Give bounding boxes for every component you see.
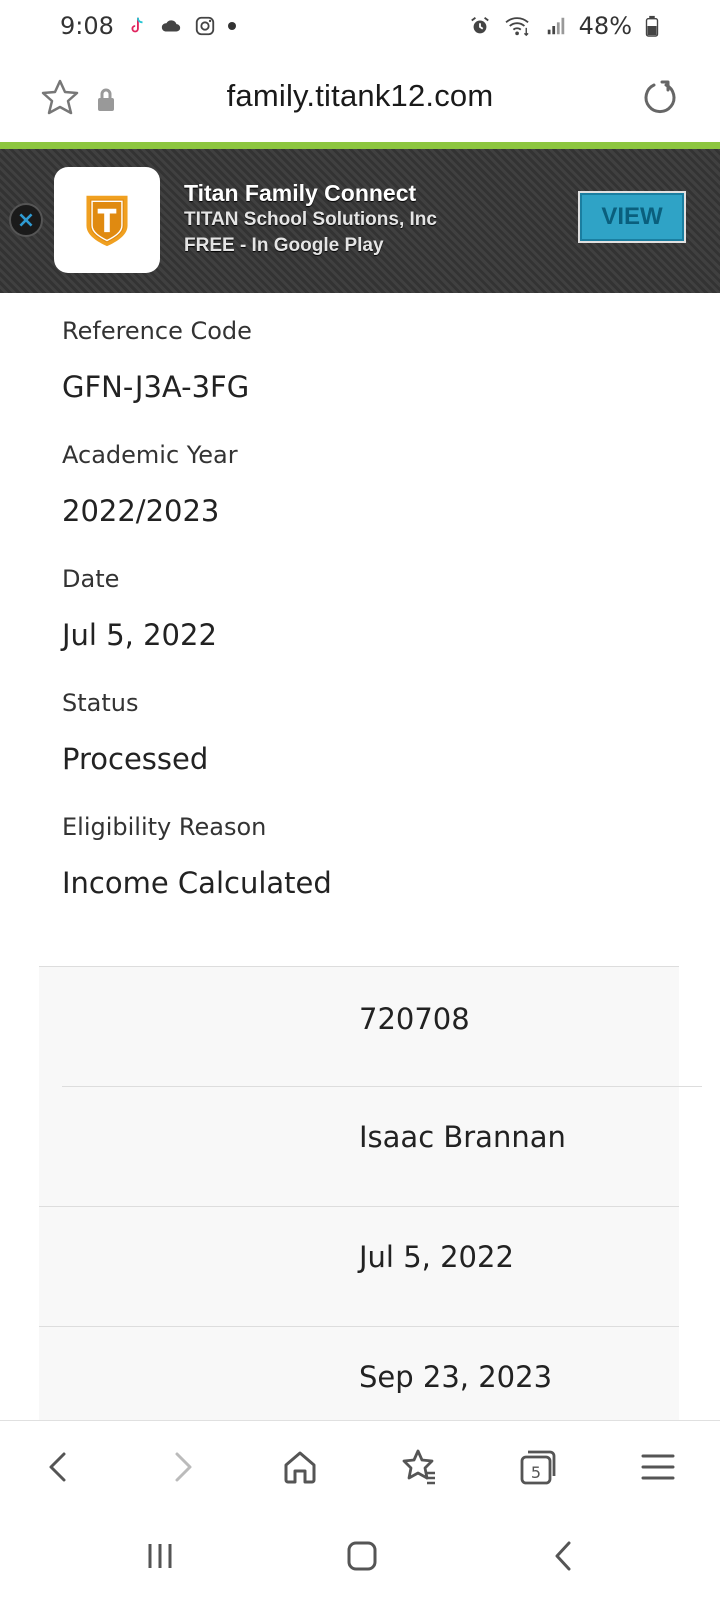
record-table: 720708 Isaac Brannan Jul 5, 2022 Sep 23,… bbox=[39, 966, 702, 1420]
home-icon[interactable] bbox=[272, 1439, 328, 1495]
menu-icon[interactable] bbox=[630, 1439, 686, 1495]
table-row: Isaac Brannan bbox=[39, 1086, 679, 1206]
wifi-icon bbox=[503, 15, 533, 37]
view-button[interactable]: VIEW bbox=[578, 191, 686, 243]
battery-icon bbox=[644, 15, 660, 37]
date-value: Jul 5, 2022 bbox=[62, 618, 217, 652]
tabs-icon[interactable]: 5 bbox=[510, 1439, 566, 1495]
academic-year-label: Academic Year bbox=[62, 441, 238, 469]
banner-text: Titan Family Connect TITAN School Soluti… bbox=[184, 179, 437, 259]
status-left: 9:08 bbox=[60, 12, 236, 40]
table-row: Jul 5, 2022 bbox=[39, 1206, 679, 1326]
reference-code-label: Reference Code bbox=[62, 317, 252, 345]
notification-dot-icon bbox=[227, 22, 236, 30]
table-cell-value: 720708 bbox=[359, 1002, 470, 1036]
instagram-icon bbox=[194, 15, 216, 37]
url-text[interactable]: family.titank12.com bbox=[0, 78, 720, 114]
status-label: Status bbox=[62, 689, 139, 717]
banner-title: Titan Family Connect bbox=[184, 180, 417, 206]
app-install-banner: × Titan Family Connect TITAN School Solu… bbox=[0, 149, 720, 293]
accent-divider bbox=[0, 142, 720, 149]
back-icon[interactable] bbox=[31, 1439, 87, 1495]
table-cell-value: Sep 23, 2023 bbox=[359, 1360, 553, 1394]
table-cell-value: Isaac Brannan bbox=[359, 1120, 566, 1154]
date-label: Date bbox=[62, 565, 120, 593]
system-back-icon[interactable] bbox=[540, 1534, 588, 1578]
forward-icon[interactable] bbox=[154, 1439, 210, 1495]
url-bar: family.titank12.com bbox=[0, 56, 720, 144]
tabs-count: 5 bbox=[531, 1463, 541, 1482]
tiktok-icon bbox=[126, 15, 148, 37]
status-value: Processed bbox=[62, 742, 209, 776]
status-time: 9:08 bbox=[60, 12, 114, 40]
recent-apps-icon[interactable] bbox=[136, 1534, 184, 1578]
eligibility-reason-label: Eligibility Reason bbox=[62, 813, 267, 841]
battery-percent: 48% bbox=[578, 12, 632, 40]
reload-icon[interactable] bbox=[640, 78, 680, 118]
close-icon[interactable]: × bbox=[9, 203, 43, 237]
alarm-icon bbox=[469, 15, 491, 37]
bookmarks-icon[interactable] bbox=[392, 1439, 448, 1495]
cloud-icon bbox=[160, 15, 182, 37]
status-right: 48% bbox=[469, 12, 660, 40]
academic-year-value: 2022/2023 bbox=[62, 494, 220, 528]
signal-icon bbox=[545, 15, 567, 37]
screen: 9:08 48% family.titank12.com × Titan Fam… bbox=[0, 0, 720, 1600]
table-cell-value: Jul 5, 2022 bbox=[359, 1240, 514, 1274]
system-navigation-bar bbox=[0, 1512, 720, 1600]
table-row: 720708 bbox=[39, 966, 679, 1086]
home-button-icon[interactable] bbox=[338, 1534, 386, 1578]
browser-toolbar: 5 bbox=[0, 1420, 720, 1512]
banner-price-store: FREE - In Google Play bbox=[184, 235, 384, 256]
eligibility-reason-value: Income Calculated bbox=[62, 866, 332, 900]
banner-publisher: TITAN School Solutions, Inc bbox=[184, 209, 437, 230]
status-bar: 9:08 48% bbox=[0, 0, 720, 52]
app-icon[interactable] bbox=[54, 167, 160, 273]
reference-code-value: GFN-J3A-3FG bbox=[62, 370, 250, 404]
